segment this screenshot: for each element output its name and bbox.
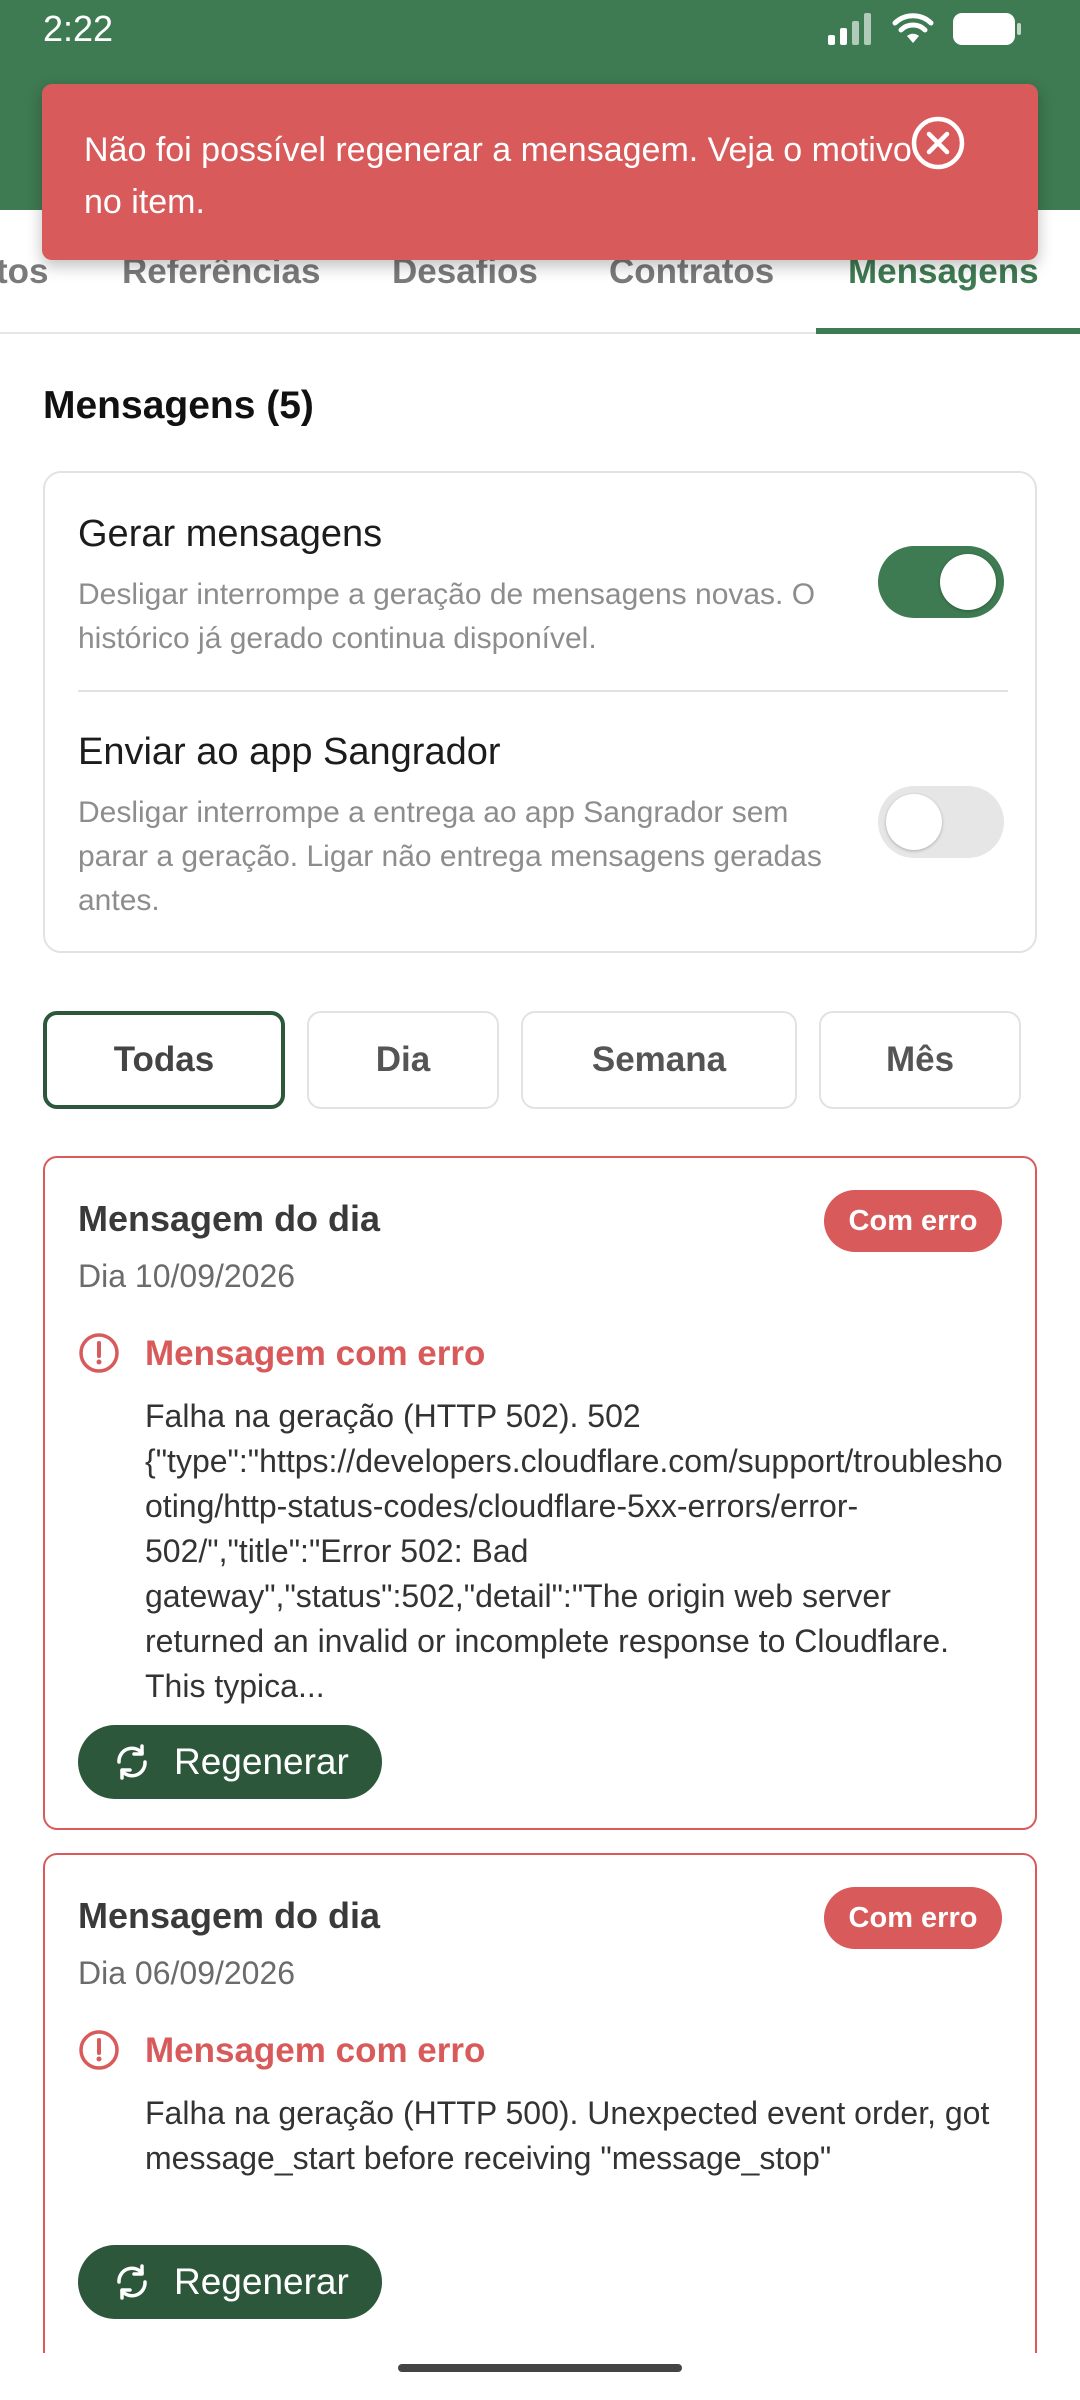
- send-toggle[interactable]: [878, 786, 1004, 858]
- toggle-knob: [886, 794, 942, 850]
- wifi-icon: [892, 13, 934, 43]
- settings-card: Gerar mensagens Desligar interrompe a ge…: [43, 471, 1037, 953]
- message-card: Mensagem do dia Dia 06/09/2026 Com erro …: [43, 1853, 1037, 2353]
- system-icons: [828, 12, 1022, 46]
- regenerate-button[interactable]: Regenerar: [78, 2245, 382, 2319]
- filter-todas[interactable]: Todas: [43, 1011, 285, 1109]
- refresh-icon: [112, 1742, 152, 1782]
- toggle-knob: [940, 554, 996, 610]
- filter-semana[interactable]: Semana: [521, 1011, 797, 1109]
- error-heading: Mensagem com erro: [145, 1334, 486, 1373]
- status-badge: Com erro: [824, 1190, 1002, 1252]
- signal-icon: [828, 13, 871, 45]
- send-setting-title: Enviar ao app Sangrador: [78, 731, 501, 773]
- divider: [78, 690, 1008, 692]
- regenerate-button[interactable]: Regenerar: [78, 1725, 382, 1799]
- status-time: 2:22: [43, 8, 114, 49]
- message-card: Mensagem do dia Dia 10/09/2026 Com erro …: [43, 1156, 1037, 1830]
- filter-mes[interactable]: Mês: [819, 1011, 1021, 1109]
- generate-toggle[interactable]: [878, 546, 1004, 618]
- error-heading: Mensagem com erro: [145, 2031, 486, 2070]
- refresh-icon: [112, 2262, 152, 2302]
- generate-setting-description: Desligar interrompe a geração de mensage…: [78, 578, 816, 655]
- regenerate-label: Regenerar: [174, 1741, 349, 1782]
- message-date: Dia 10/09/2026: [78, 1258, 296, 1294]
- filter-dia[interactable]: Dia: [307, 1011, 499, 1109]
- error-toast: Não foi possível regenerar a mensagem. V…: [42, 84, 1038, 260]
- active-tab-indicator: [816, 328, 1080, 334]
- error-body: Falha na geração (HTTP 502). 502 {"type"…: [145, 1398, 1003, 1704]
- generate-setting-title: Gerar mensagens: [78, 513, 383, 555]
- page-title: Mensagens (5): [43, 384, 314, 427]
- alert-circle-icon: [78, 2029, 120, 2075]
- regenerate-label: Regenerar: [174, 2261, 349, 2302]
- alert-circle-icon: [78, 1332, 120, 1378]
- tab-partial[interactable]: tos: [0, 252, 49, 292]
- toast-message: Não foi possível regenerar a mensagem. V…: [84, 131, 912, 221]
- home-indicator[interactable]: [398, 2364, 682, 2372]
- close-circle-icon[interactable]: [910, 115, 966, 175]
- message-date: Dia 06/09/2026: [78, 1955, 296, 1991]
- send-setting-description: Desligar interrompe a entrega ao app San…: [78, 796, 822, 917]
- message-title: Mensagem do dia: [78, 1198, 381, 1239]
- status-badge: Com erro: [824, 1887, 1002, 1949]
- battery-icon: [953, 13, 1021, 45]
- error-body: Falha na geração (HTTP 500). Unexpected …: [145, 2095, 990, 2176]
- message-title: Mensagem do dia: [78, 1895, 381, 1936]
